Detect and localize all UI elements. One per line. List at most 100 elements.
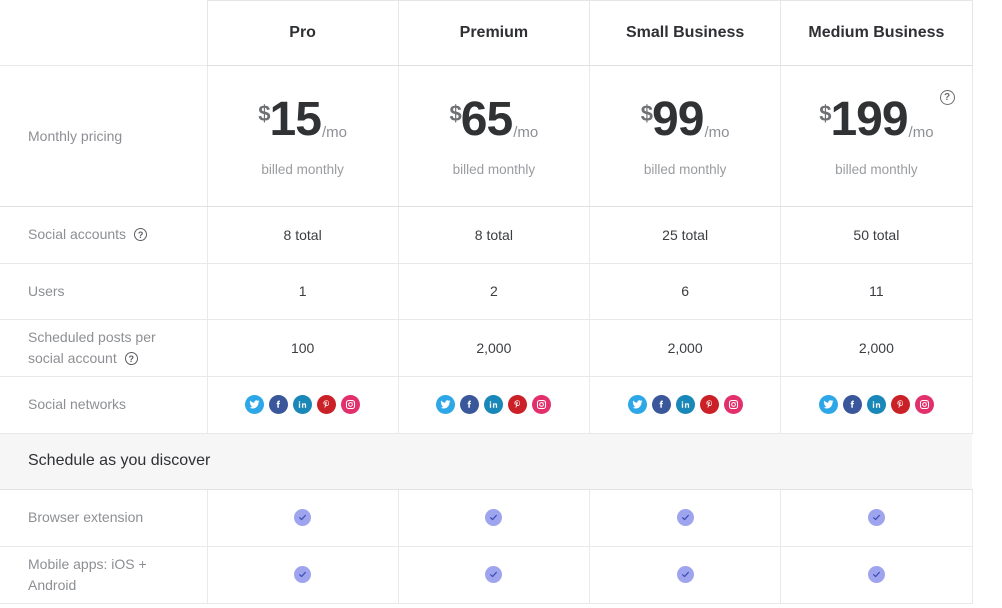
- facebook-icon: [651, 395, 671, 415]
- price-amount-premium: 65: [460, 92, 513, 146]
- price-line-small-business: $99/mo: [590, 92, 780, 146]
- plan-header-medium-business: Medium Business: [780, 0, 973, 66]
- mobile-apps-check-small-business: [588, 545, 782, 604]
- scheduled-posts-value-medium-business: 2,000: [780, 319, 973, 377]
- price-amount-small-business: 99: [652, 92, 704, 146]
- row-label-social-networks: Social networks: [0, 376, 208, 434]
- facebook-icon: [460, 395, 480, 415]
- mobile-apps-check-medium-business: [780, 545, 973, 604]
- plan-header-pro: Pro: [206, 0, 399, 66]
- twitter-icon: [818, 395, 838, 415]
- browser-extension-check-pro: [206, 488, 399, 547]
- social-accounts-value-small-business: 25 total: [588, 206, 782, 264]
- row-label-monthly-pricing: Monthly pricing: [0, 65, 208, 207]
- social-accounts-row: Social accounts? 8 total 8 total 25 tota…: [0, 206, 973, 264]
- twitter-icon: [627, 395, 647, 415]
- price-help-anchor[interactable]: ?: [939, 89, 955, 106]
- browser-extension-label: Browser extension: [28, 509, 144, 525]
- row-label-users: Users: [0, 262, 208, 320]
- currency-symbol-premium: $: [449, 100, 462, 126]
- users-value-medium-business: 11: [780, 262, 973, 320]
- price-line-premium: $65/mo: [399, 92, 589, 146]
- row-label-scheduled-posts: Scheduled posts per social account?: [0, 319, 208, 377]
- browser-extension-row: Browser extension: [0, 488, 973, 547]
- section-title: Schedule as you discover: [28, 452, 211, 469]
- social-icon-group: [590, 395, 780, 415]
- users-label: Users: [28, 282, 65, 299]
- users-row: Users 1 2 6 11: [0, 262, 973, 320]
- billed-note-small-business: billed monthly: [643, 161, 727, 177]
- check-circle-icon: [867, 509, 885, 526]
- browser-extension-check-small-business: [588, 488, 782, 547]
- currency-symbol-medium-business: $: [819, 100, 831, 126]
- help-circle-icon[interactable]: ?: [134, 228, 148, 242]
- price-block-pro: $15/mo billed monthly: [208, 92, 398, 177]
- social-icon-group: [208, 395, 398, 415]
- price-period-pro: /mo: [321, 123, 347, 141]
- users-value-pro: 1: [206, 262, 399, 320]
- check-circle-icon: [294, 509, 312, 526]
- mobile-apps-label: Mobile apps: iOS + Android: [28, 555, 147, 593]
- check-circle-icon: [676, 509, 694, 526]
- social-networks-cell-medium-business: [780, 376, 973, 434]
- section-title-cell: Schedule as you discover: [0, 432, 972, 490]
- twitter-icon: [245, 395, 265, 415]
- social-icon-group: [781, 395, 971, 415]
- price-block-small-business: $99/mo billed monthly: [590, 92, 780, 177]
- social-networks-cell-small-business: [588, 376, 782, 434]
- social-icon-group: [399, 395, 589, 415]
- scheduled-posts-value-pro: 100: [206, 319, 399, 377]
- browser-extension-check-premium: [397, 488, 591, 547]
- instagram-icon: [723, 395, 743, 415]
- price-block-premium: $65/mo billed monthly: [399, 92, 589, 177]
- monthly-pricing-row: Monthly pricing $15/mo billed monthly $6…: [0, 65, 973, 207]
- scheduled-posts-value-premium: 2,000: [397, 319, 591, 377]
- monthly-pricing-label: Monthly pricing: [28, 127, 123, 144]
- pricing-comparison-table: Pro Premium Small Business Medium Busine…: [0, 0, 973, 604]
- row-label-browser-extension: Browser extension: [0, 488, 208, 547]
- billed-note-pro: billed monthly: [261, 161, 344, 177]
- plan-header-row: Pro Premium Small Business Medium Busine…: [0, 0, 973, 66]
- billed-note-medium-business: billed monthly: [835, 161, 918, 177]
- mobile-apps-row: Mobile apps: iOS + Android: [0, 545, 973, 604]
- check-circle-icon: [485, 509, 503, 526]
- help-circle-icon[interactable]: ?: [124, 352, 138, 365]
- row-label-social-accounts: Social accounts?: [0, 206, 208, 264]
- price-cell-pro: $15/mo billed monthly: [206, 65, 399, 207]
- pinterest-icon: [699, 395, 719, 415]
- mobile-apps-check-pro: [206, 545, 399, 604]
- social-accounts-value-pro: 8 total: [206, 206, 399, 264]
- instagram-icon: [341, 395, 361, 415]
- price-block-medium-business: ? $199/mo billed monthly: [781, 89, 971, 177]
- price-period-premium: /mo: [513, 123, 539, 141]
- check-circle-icon: [294, 566, 312, 583]
- scheduled-posts-value-small-business: 2,000: [588, 319, 782, 377]
- twitter-icon: [436, 395, 456, 415]
- help-circle-icon[interactable]: ?: [939, 89, 955, 105]
- pinterest-icon: [317, 395, 337, 415]
- price-amount-medium-business: 199: [830, 92, 908, 146]
- users-value-small-business: 6: [588, 262, 782, 320]
- scheduled-posts-row: Scheduled posts per social account? 100 …: [0, 319, 973, 377]
- plan-header-premium: Premium: [397, 0, 591, 66]
- price-period-small-business: /mo: [704, 123, 730, 141]
- price-cell-premium: $65/mo billed monthly: [397, 65, 591, 207]
- check-circle-icon: [676, 566, 694, 583]
- users-value-premium: 2: [397, 262, 591, 320]
- table-corner-cell: [0, 0, 207, 66]
- browser-extension-check-medium-business: [780, 488, 973, 547]
- currency-symbol-small-business: $: [640, 100, 653, 126]
- price-amount-pro: 15: [269, 92, 322, 146]
- check-circle-icon: [485, 566, 503, 583]
- linkedin-icon: [675, 395, 695, 415]
- pinterest-icon: [890, 395, 910, 415]
- price-line-pro: $15/mo: [208, 92, 398, 146]
- social-accounts-value-medium-business: 50 total: [780, 206, 973, 264]
- social-networks-row: Social networks: [0, 376, 973, 434]
- instagram-icon: [532, 395, 552, 415]
- currency-symbol-pro: $: [258, 100, 270, 126]
- social-networks-cell-pro: [206, 376, 399, 434]
- social-networks-cell-premium: [397, 376, 591, 434]
- social-accounts-value-premium: 8 total: [397, 206, 591, 264]
- pinterest-icon: [508, 395, 528, 415]
